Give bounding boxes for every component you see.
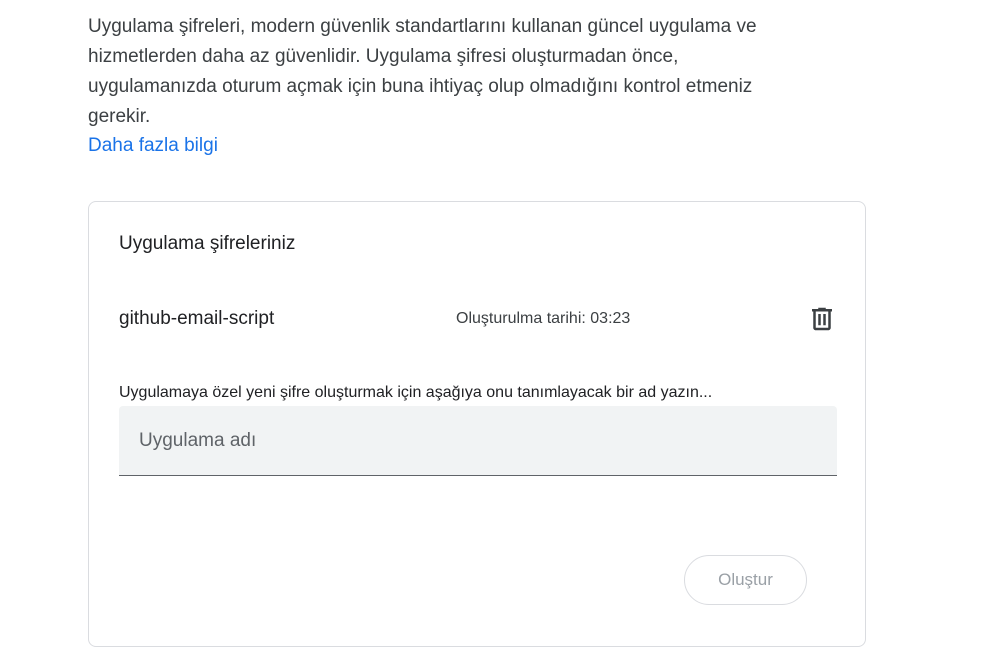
password-row: github-email-script Oluşturulma tarihi: … xyxy=(119,304,837,338)
app-name-input[interactable] xyxy=(119,406,837,475)
intro-text: Uygulama şifreleri, modern güvenlik stan… xyxy=(88,16,757,127)
helper-text: Uygulamaya özel yeni şifre oluşturmak iç… xyxy=(119,384,713,401)
card-title: Uygulama şifreleriniz xyxy=(119,233,296,254)
learn-more-link[interactable]: Daha fazla bilgi xyxy=(88,131,218,161)
app-passwords-card: Uygulama şifreleriniz github-email-scrip… xyxy=(88,201,866,647)
trash-icon xyxy=(812,307,832,331)
app-name-field xyxy=(119,406,837,476)
delete-password-button[interactable] xyxy=(807,304,837,334)
create-button[interactable]: Oluştur xyxy=(684,555,807,605)
password-created-date: Oluşturulma tarihi: 03:23 xyxy=(456,310,631,327)
password-name: github-email-script xyxy=(119,308,275,329)
